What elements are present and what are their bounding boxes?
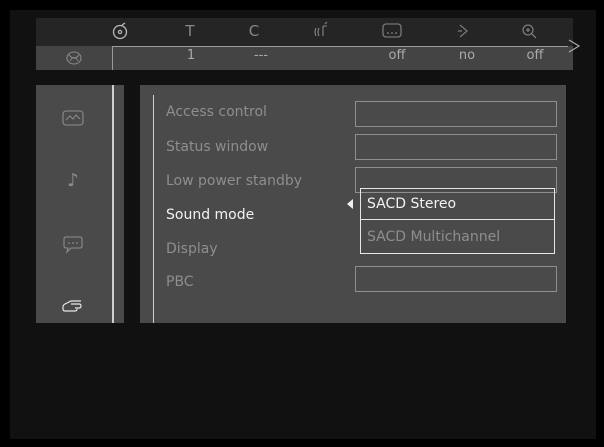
disc-value: 1 — [186, 48, 196, 63]
sound-mode-option-multichannel[interactable]: SACD Multichannel — [367, 229, 500, 245]
title-icon[interactable]: T — [178, 20, 202, 42]
audio-icon[interactable] — [312, 20, 336, 42]
sound-mode-label[interactable]: Sound mode — [166, 207, 254, 223]
side-menu-divider — [112, 85, 114, 323]
status-value-row — [36, 46, 573, 70]
zoom-icon[interactable] — [518, 20, 542, 42]
sound-mode-dropdown[interactable]: SACD Stereo SACD Multichannel — [360, 188, 555, 254]
settings-panel-divider — [153, 95, 154, 323]
access-control-label[interactable]: Access control — [166, 104, 267, 120]
angle-value: no — [458, 48, 476, 63]
pbc-value-box[interactable] — [355, 266, 557, 292]
access-control-value-box[interactable] — [355, 101, 557, 127]
disc-icon — [108, 20, 132, 42]
display-label[interactable]: Display — [166, 241, 218, 257]
picture-settings-icon[interactable] — [58, 106, 88, 130]
dropdown-divider — [361, 219, 554, 220]
chapter-icon[interactable]: C — [242, 20, 266, 42]
subtitle-value: off — [388, 48, 406, 63]
title-value: --- — [253, 48, 269, 63]
angle-icon[interactable] — [452, 20, 476, 42]
language-settings-icon[interactable] — [58, 232, 88, 256]
features-icon[interactable] — [58, 293, 88, 317]
low-power-standby-label[interactable]: Low power standby — [166, 173, 302, 189]
dropdown-pointer-icon — [347, 199, 353, 209]
sound-settings-icon[interactable]: ♪ — [58, 168, 88, 192]
status-window-label[interactable]: Status window — [166, 139, 268, 155]
disc-type-icon — [62, 47, 86, 69]
status-arrow-line — [112, 46, 568, 47]
status-divider — [112, 46, 113, 70]
status-window-value-box[interactable] — [355, 134, 557, 160]
arrow-right-icon — [568, 39, 581, 53]
zoom-value: off — [526, 48, 544, 63]
sound-mode-option-stereo[interactable]: SACD Stereo — [367, 196, 456, 212]
pbc-label[interactable]: PBC — [166, 274, 194, 290]
subtitle-icon[interactable] — [380, 20, 404, 42]
